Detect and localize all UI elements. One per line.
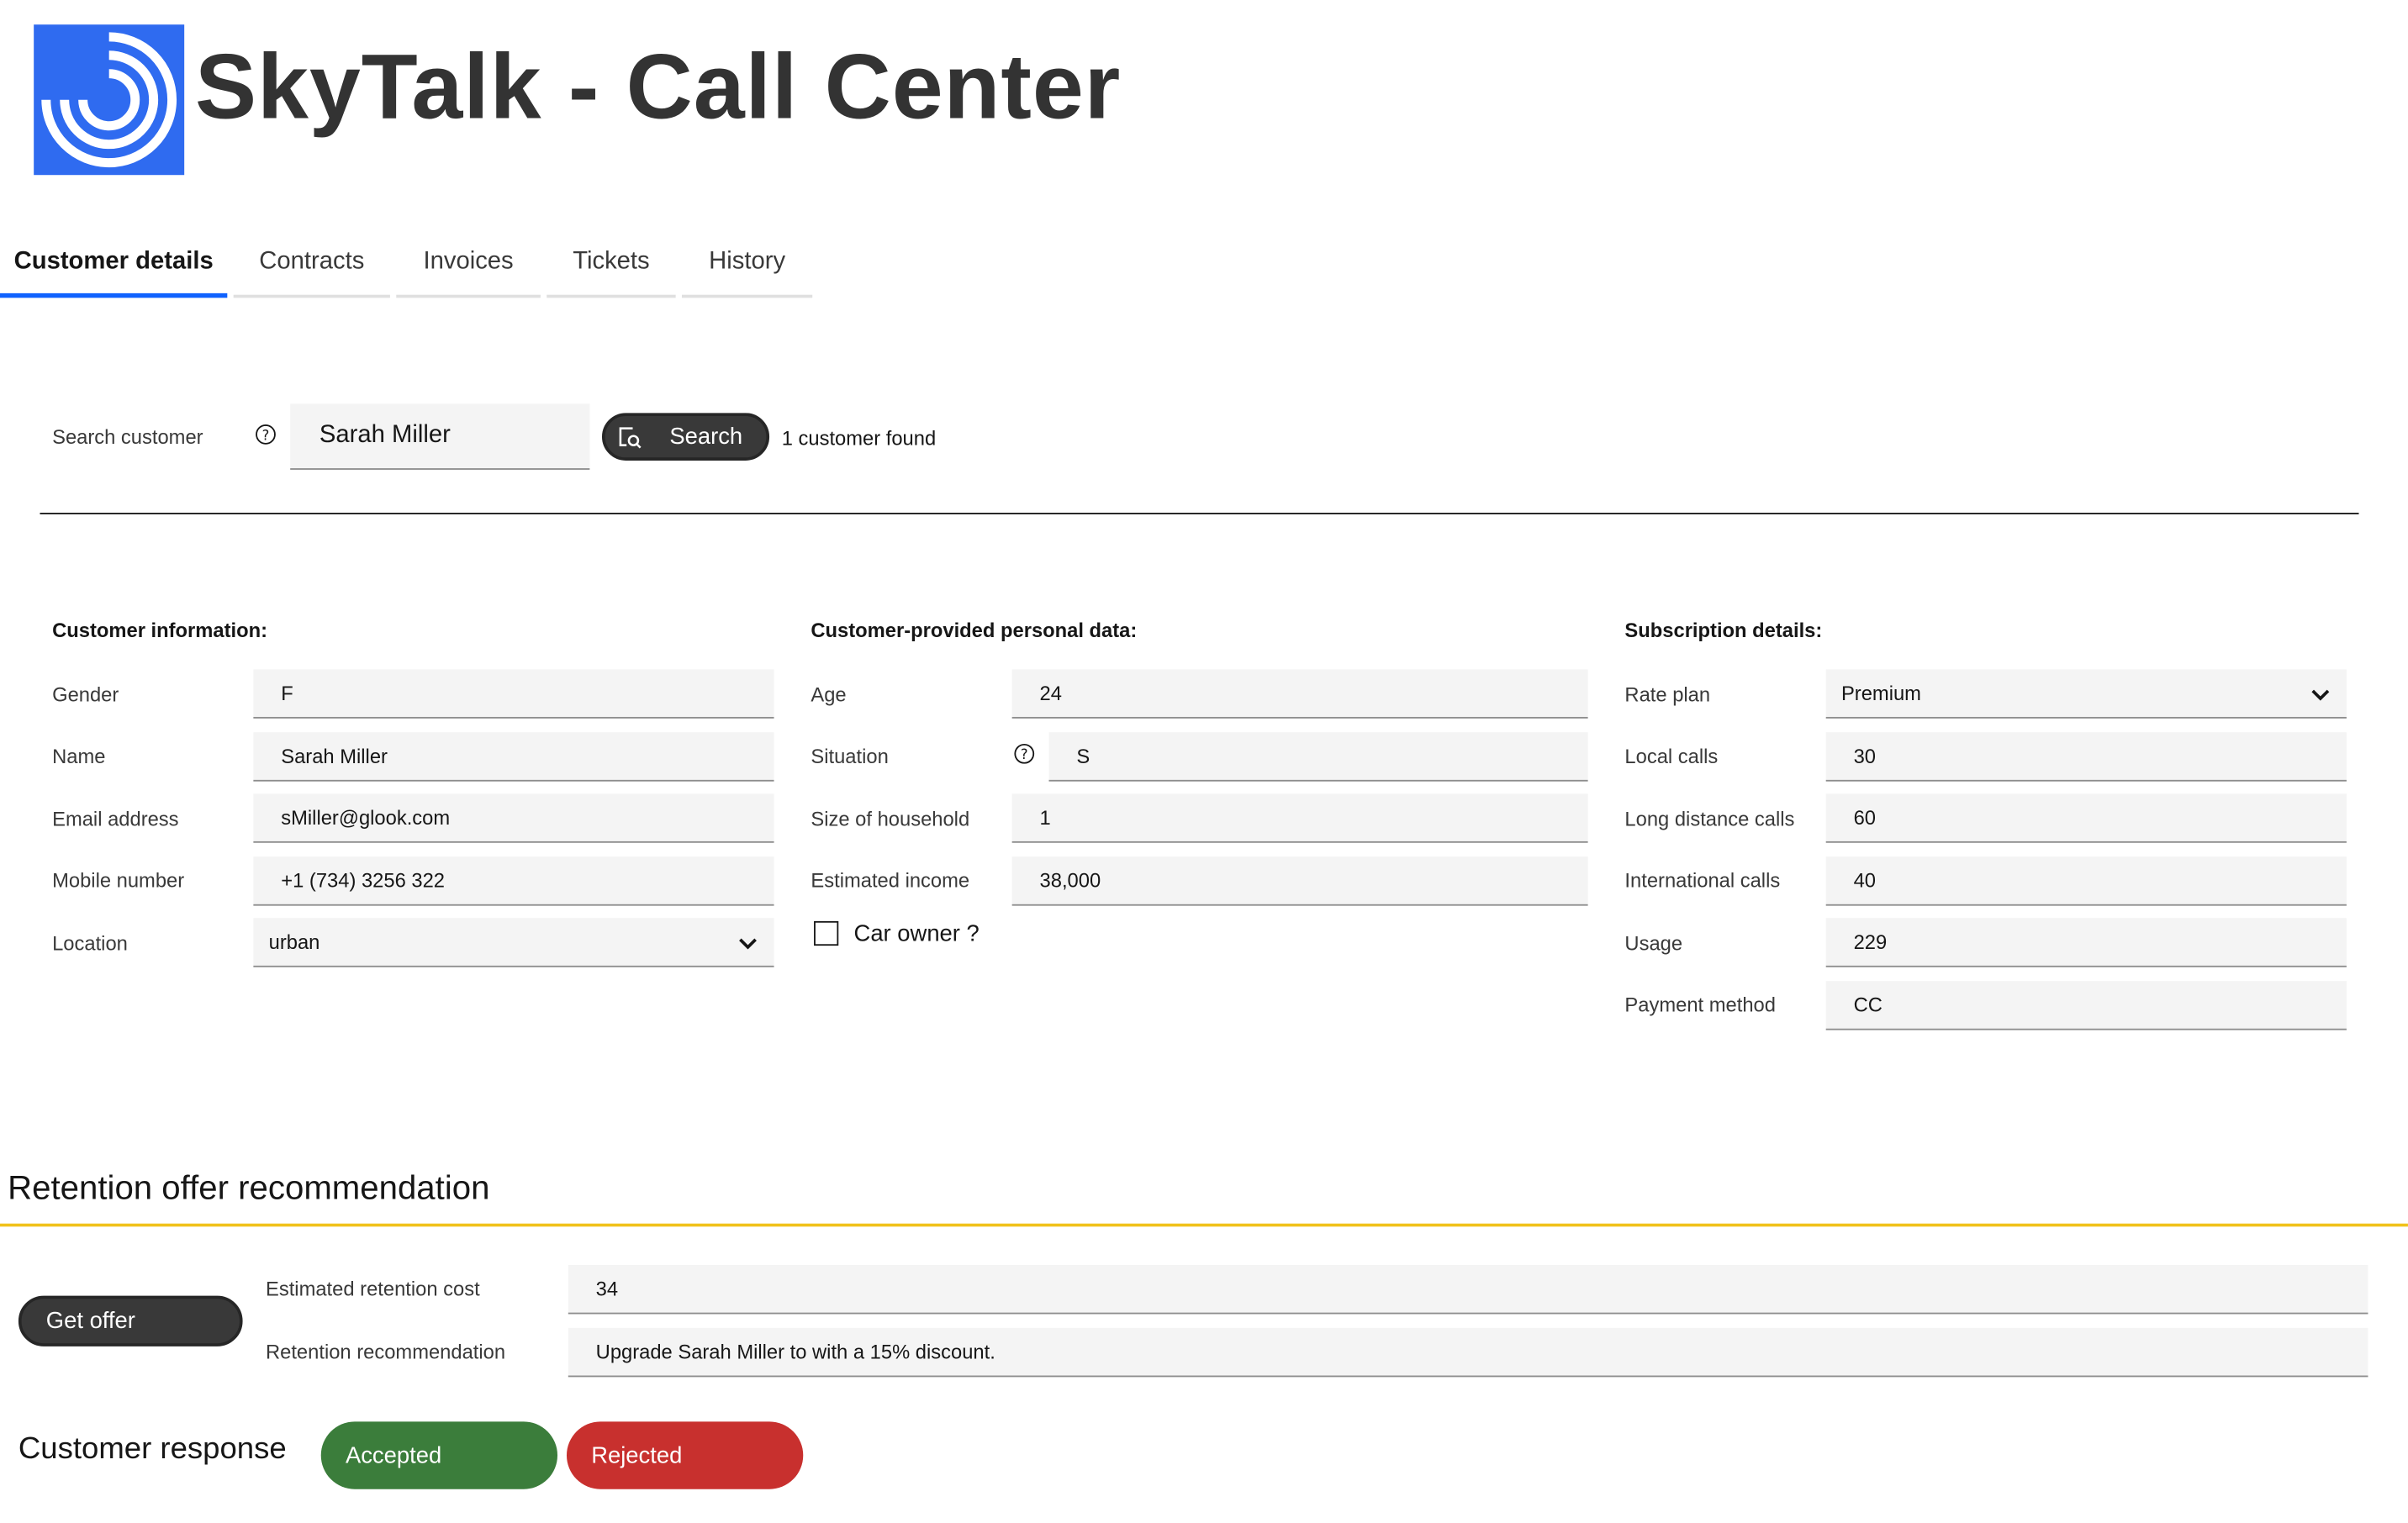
situation-field[interactable]: S	[1048, 732, 1588, 782]
rate-plan-select[interactable]: Premium	[1825, 669, 2347, 719]
payment-method-field[interactable]: CC	[1825, 981, 2347, 1030]
subscription-heading: Subscription details:	[1624, 619, 1823, 642]
mobile-field[interactable]: +1 (734) 3256 322	[253, 856, 774, 906]
local-calls-field[interactable]: 30	[1825, 732, 2347, 782]
tab-customer-details[interactable]: Customer details	[0, 230, 228, 298]
chevron-down-icon	[2311, 689, 2330, 701]
household-field[interactable]: 1	[1011, 793, 1588, 843]
situation-help-icon[interactable]: ?	[1013, 743, 1035, 772]
gender-field[interactable]: F	[253, 669, 774, 719]
situation-label: Situation	[811, 744, 889, 768]
long-distance-field[interactable]: 60	[1825, 793, 2347, 843]
local-calls-label: Local calls	[1624, 744, 1719, 768]
car-owner-label: Car owner ?	[853, 920, 980, 947]
retention-recommendation-label: Retention recommendation	[265, 1340, 506, 1363]
customer-response-label: Customer response	[18, 1432, 287, 1467]
usage-field[interactable]: 229	[1825, 918, 2347, 967]
age-label: Age	[811, 682, 847, 707]
location-label: Location	[52, 931, 128, 956]
gender-label: Gender	[52, 682, 119, 707]
tab-history[interactable]: History	[681, 230, 813, 298]
retention-heading: Retention offer recommendation	[8, 1167, 490, 1207]
mobile-label: Mobile number	[52, 868, 185, 893]
retention-recommendation-field[interactable]: Upgrade Sarah Miller to with a 15% disco…	[568, 1327, 2368, 1378]
app-title: SkyTalk - Call Center	[194, 35, 1122, 139]
rejected-button[interactable]: Rejected	[566, 1421, 804, 1489]
age-field[interactable]: 24	[1011, 669, 1588, 719]
get-offer-button[interactable]: Get offer	[18, 1295, 243, 1346]
tab-contracts[interactable]: Contracts	[233, 230, 390, 298]
search-input[interactable]: Sarah Miller	[290, 403, 590, 470]
email-label: Email address	[52, 807, 179, 831]
rate-plan-label: Rate plan	[1624, 682, 1711, 707]
search-result-text: 1 customer found	[781, 426, 937, 451]
location-value: urban	[268, 930, 320, 954]
location-select[interactable]: urban	[253, 918, 774, 967]
svg-text:?: ?	[1021, 746, 1028, 762]
section-divider	[40, 513, 2359, 514]
retention-cost-field[interactable]: 34	[568, 1265, 2368, 1315]
usage-label: Usage	[1624, 931, 1683, 956]
svg-text:?: ?	[262, 427, 270, 443]
skytalk-logo	[34, 24, 185, 176]
income-label: Estimated income	[811, 868, 970, 893]
search-button-label: Search	[669, 424, 743, 451]
search-icon	[619, 426, 642, 448]
household-label: Size of household	[811, 807, 970, 831]
tab-tickets[interactable]: Tickets	[547, 230, 676, 298]
retention-cost-label: Estimated retention cost	[265, 1277, 480, 1301]
personal-data-heading: Customer-provided personal data:	[811, 619, 1138, 642]
chevron-down-icon	[739, 938, 757, 950]
international-field[interactable]: 40	[1825, 856, 2347, 906]
name-field[interactable]: Sarah Miller	[253, 732, 774, 782]
car-owner-checkbox[interactable]	[814, 920, 839, 946]
help-icon[interactable]: ?	[255, 424, 277, 453]
income-field[interactable]: 38,000	[1011, 856, 1588, 906]
tab-invoices[interactable]: Invoices	[396, 230, 541, 298]
customer-info-heading: Customer information:	[52, 619, 268, 642]
spiral-logo-icon	[41, 32, 177, 168]
accepted-button[interactable]: Accepted	[320, 1421, 558, 1489]
email-field[interactable]: sMiller@glook.com	[253, 793, 774, 843]
long-distance-label: Long distance calls	[1624, 807, 1795, 831]
search-customer-label: Search customer	[52, 424, 203, 449]
name-label: Name	[52, 744, 106, 768]
search-button[interactable]: Search	[601, 413, 770, 461]
payment-method-label: Payment method	[1624, 993, 1776, 1017]
international-label: International calls	[1624, 868, 1781, 893]
retention-divider	[0, 1223, 2408, 1227]
rate-plan-value: Premium	[1840, 681, 1921, 705]
